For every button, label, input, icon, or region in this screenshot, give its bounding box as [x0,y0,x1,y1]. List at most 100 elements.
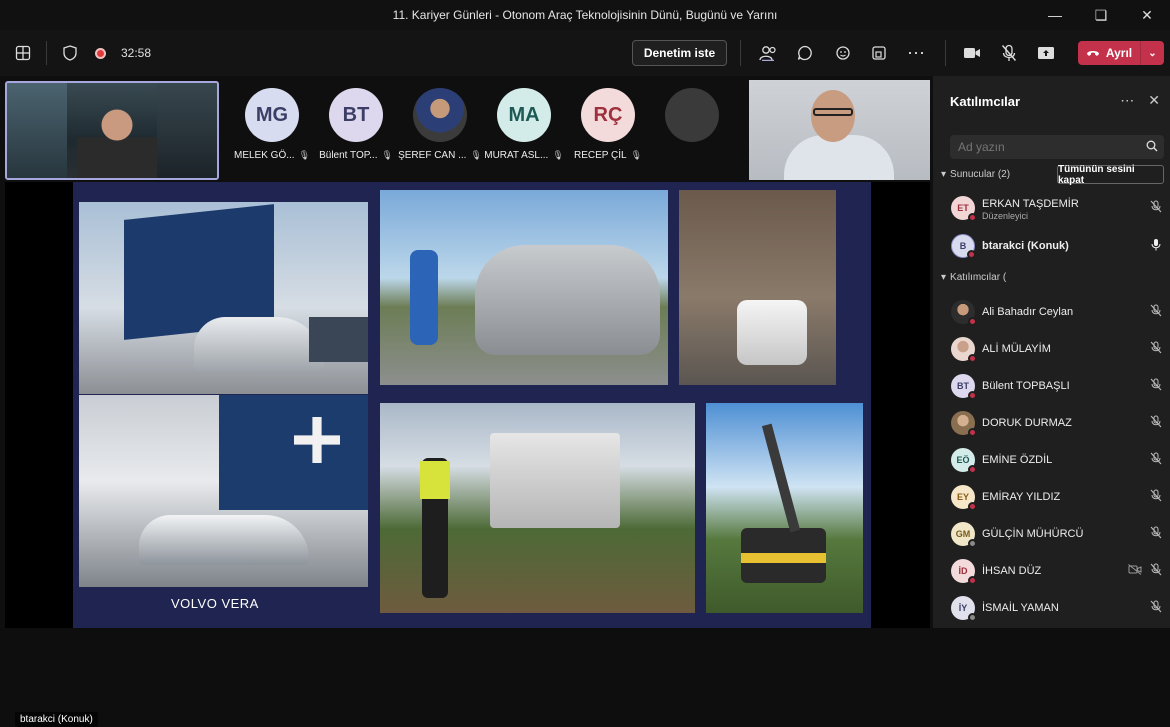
minimize-icon[interactable]: — [1032,0,1078,30]
participant-row[interactable]: ALİ MÜLAYİM [933,331,1170,367]
maximize-icon[interactable]: ❏ [1078,0,1124,30]
leave-dropdown-chevron-icon[interactable]: ⌄ [1140,41,1164,65]
participant-row[interactable]: Ali Bahadır Ceylan [933,294,1170,330]
speaker-body [784,135,894,180]
self-video-tile[interactable] [5,81,219,180]
participants-icon[interactable] [753,38,783,68]
speaker-video-tile[interactable] [749,80,930,180]
leave-button[interactable]: Ayrıl ⌄ [1078,41,1164,65]
rooms-icon[interactable] [864,38,894,68]
participant-name: EMİNE ÖZDİL [982,454,1053,466]
shield-icon[interactable] [55,38,85,68]
participant-tile[interactable]: ŞEREF CAN ... 🎙 [398,88,482,161]
close-icon[interactable]: ✕ [1124,0,1170,30]
crop-robot-stripe [741,553,826,563]
participant-row[interactable]: EÖ EMİNE ÖZDİL [933,442,1170,478]
attendees-section-header[interactable]: ▾ Katılımcılar ( [941,272,1006,283]
avatar: B [951,234,976,259]
participant-tile[interactable]: RÇ RECEP ÇİL 🎙 [566,88,650,161]
avatar: MA [497,88,551,142]
participant-name: Ali Bahadır Ceylan [982,306,1074,318]
avatar: BT [951,374,977,400]
avatar: EÖ [951,448,977,474]
toolbar-divider [46,41,47,65]
mic-off-icon [1150,600,1162,616]
participant-row[interactable]: B btarakci (Konuk) [933,228,1170,264]
speaker-head [811,90,855,142]
phone-hangup-icon [1086,46,1100,60]
camera-icon[interactable] [957,38,987,68]
participant-search-input[interactable] [950,135,1164,159]
participant-name: İSMAİL YAMAN [982,602,1059,614]
participant-row[interactable]: BT Bülent TOPBAŞLI [933,368,1170,404]
avatar: EY [951,485,977,511]
presenters-section-header[interactable]: ▾ Sunucular (2) [941,169,1010,180]
avatar [665,88,719,142]
participant-row[interactable]: İD İHSAN DÜZ [933,553,1170,589]
avatar: GM [951,522,977,548]
leave-button-main[interactable]: Ayrıl [1078,46,1140,60]
participant-name: ERKAN TAŞDEMİR [982,198,1079,210]
mute-all-button[interactable]: Tümünün sesini kapat [1057,164,1164,186]
more-options-icon[interactable]: ⋯ [901,38,931,68]
status-badge [968,391,977,400]
participant-tile[interactable]: MG MELEK GÖ... 🎙 [230,88,314,161]
avatar: MG [245,88,299,142]
presenters-label: Sunucular (2) [950,169,1011,180]
mic-off-icon: 🎙 [298,150,310,160]
delivery-pod-body [475,245,660,355]
status-badge [968,465,977,474]
avatar-initials: EY [956,492,969,502]
participant-name: EMİRAY YILDIZ [982,491,1061,503]
microphone-muted-icon[interactable] [994,38,1024,68]
mic-off-icon [1150,378,1162,394]
shared-screen: VOLVO VERA btarakci (Konuk) [5,182,930,727]
participant-row[interactable]: EY EMİRAY YILDIZ [933,479,1170,515]
participant-tile-overflow[interactable] [650,88,734,142]
mic-off-icon: 🎙 [381,150,393,160]
participant-row[interactable]: DORUK DURMAZ [933,405,1170,441]
avatar: BT [329,88,383,142]
avatar-photo [413,88,467,142]
chat-icon[interactable] [790,38,820,68]
mic-off-icon: 🎙 [552,150,564,160]
participant-name: İHSAN DÜZ [982,565,1042,577]
close-icon[interactable]: ✕ [1148,92,1160,109]
mic-off-icon [1150,341,1162,357]
window-title: 11. Kariyer Günleri - Otonom Araç Teknol… [392,8,778,22]
mic-off-icon: 🎙 [470,150,482,160]
participant-row[interactable]: GM GÜLÇİN MÜHÜRCÜ [933,516,1170,552]
participant-row[interactable]: ET ERKAN TAŞDEMİR Düzenleyici [933,190,1170,226]
status-badge [968,576,977,585]
request-control-button[interactable]: Denetim iste [632,40,727,66]
mic-off-icon [1150,452,1162,468]
status-badge [968,539,977,548]
window-controls: — ❏ ✕ [1032,0,1170,30]
participant-name: btarakci (Konuk) [982,240,1069,252]
mic-off-icon [1150,563,1162,579]
vera-cab [194,317,324,372]
avatar: İY [951,596,977,622]
more-options-icon[interactable]: ⋯ [1120,92,1134,109]
self-video-person [77,101,157,178]
avatar-initials: GM [955,529,971,539]
participant-tile[interactable]: MA MURAT ASL... 🎙 [482,88,566,161]
mic-on-icon [1150,238,1162,254]
layout-grid-icon[interactable] [8,38,38,68]
background-window [7,83,67,178]
participant-tile[interactable]: BT Bülent TOP... 🎙 [314,88,398,161]
field-robot-body [490,433,620,528]
participants-panel: Katılımcılar ⋯ ✕ ▾ Sunucular (2) Tümünün… [933,76,1170,628]
avatar: İD [951,559,977,585]
participant-row[interactable]: İY İSMAİL YAMAN [933,590,1170,626]
avatar-initials: B [959,241,967,251]
status-badge [967,250,976,259]
toolbar-divider [740,40,741,66]
window-titlebar: 11. Kariyer Günleri - Otonom Araç Teknol… [0,0,1170,30]
background-wall [157,83,217,178]
status-badge [968,317,977,326]
slide-photo-volvo-vera [79,395,368,587]
reactions-icon[interactable] [827,38,857,68]
person-blue-shirt [410,250,438,345]
share-screen-icon[interactable] [1031,38,1061,68]
